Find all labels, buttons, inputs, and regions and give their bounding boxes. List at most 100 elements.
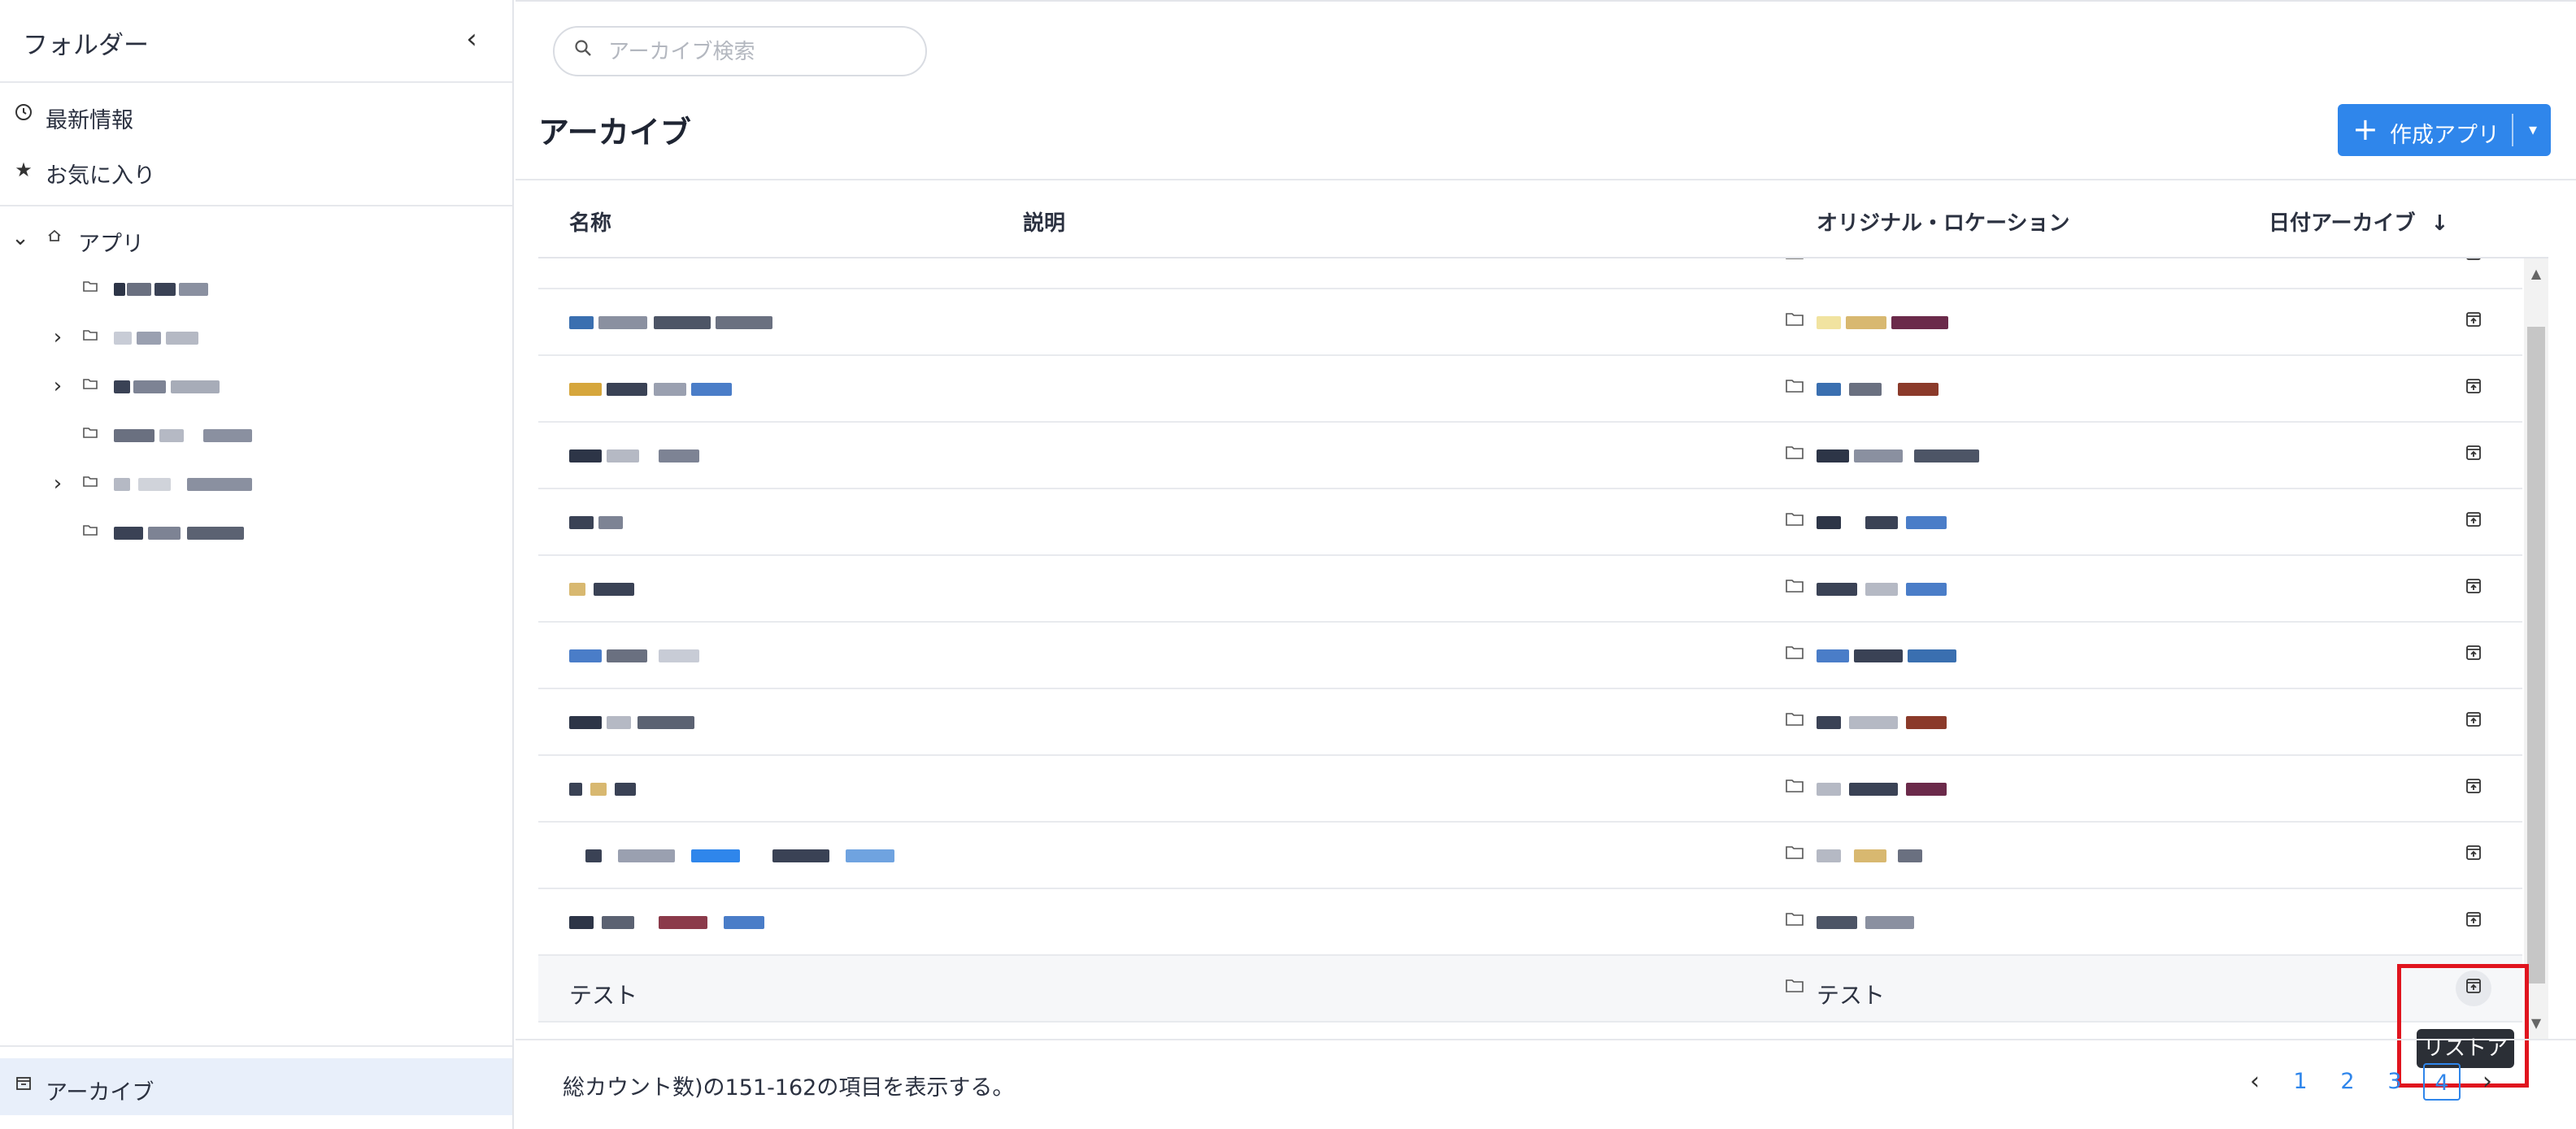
tree-item[interactable]	[0, 510, 512, 556]
table-row[interactable]	[538, 489, 2522, 556]
folder-icon	[1782, 842, 1807, 866]
redacted-text	[114, 523, 252, 543]
restore-icon[interactable]	[2456, 437, 2491, 473]
create-app-button[interactable]: + 作成アプリ ▾	[2338, 104, 2551, 156]
sidebar-item-recent[interactable]: 最新情報	[0, 91, 512, 140]
table-row[interactable]	[538, 889, 2522, 956]
restore-icon[interactable]	[2456, 704, 2491, 740]
folder-icon	[1782, 575, 1807, 600]
row-name: テスト	[569, 982, 638, 1009]
table-scrollbar[interactable]: ▲ ▼	[2524, 258, 2548, 1039]
restore-icon[interactable]	[2456, 504, 2491, 540]
folder-icon	[80, 473, 101, 494]
table-row[interactable]	[538, 556, 2522, 623]
column-header-name[interactable]: 名称	[569, 206, 611, 237]
redacted-text	[1817, 446, 1987, 466]
folder-icon	[80, 376, 101, 397]
table-row[interactable]	[538, 756, 2522, 823]
restore-icon[interactable]	[2456, 371, 2491, 406]
search-input[interactable]	[607, 36, 919, 68]
sidebar-title: フォルダー	[23, 31, 149, 60]
redacted-text	[1817, 513, 1955, 532]
folder-icon	[1782, 309, 1807, 333]
folder-icon	[1782, 775, 1807, 800]
folder-icon	[1782, 442, 1807, 467]
plus-icon: +	[2352, 111, 2378, 147]
redacted-text	[569, 513, 634, 532]
redacted-text	[569, 380, 740, 399]
table-row[interactable]: テスト テスト	[538, 956, 2522, 1023]
row-location: テスト	[1817, 982, 1886, 1009]
table-row[interactable]	[538, 689, 2522, 756]
restore-icon[interactable]	[2456, 837, 2491, 873]
redacted-text	[1817, 846, 1939, 866]
chevron-right-icon[interactable]: ›	[2469, 1063, 2506, 1101]
redacted-text	[1817, 380, 1947, 399]
item-count-text: 総カウント数)の151-162の項目を表示する。	[563, 1075, 1015, 1101]
tree-item[interactable]	[0, 413, 512, 458]
chevron-right-icon[interactable]: ›	[46, 372, 70, 400]
redacted-text	[114, 475, 260, 494]
tree-item[interactable]	[0, 267, 512, 312]
folder-icon	[1782, 709, 1807, 733]
column-header-location[interactable]: オリジナル・ロケーション	[1817, 206, 2069, 237]
caret-down-icon[interactable]: ▾	[2518, 115, 2548, 143]
tree-item-label: アプリ	[78, 232, 144, 257]
redacted-text	[114, 280, 211, 299]
table-row[interactable]	[538, 258, 2522, 289]
page-button-4[interactable]: 4	[2423, 1063, 2461, 1101]
chevron-left-icon[interactable]: ‹	[2236, 1063, 2274, 1101]
sidebar-item-label: お気に入り	[46, 163, 155, 189]
folder-sidebar: フォルダー ‹ 最新情報 ★ お気に入り ⌄ アプリ › › › アーカイブ	[0, 0, 514, 1129]
redacted-text	[1817, 646, 1963, 666]
tree-item-apps[interactable]: ⌄ アプリ	[0, 216, 512, 262]
home-icon	[44, 228, 65, 249]
chevron-down-icon[interactable]: ⌄	[8, 224, 33, 252]
redacted-text	[569, 313, 781, 332]
sidebar-item-label: 最新情報	[46, 108, 133, 133]
table-row[interactable]	[538, 356, 2522, 423]
column-header-date[interactable]: 日付アーカイブ ↓	[2269, 206, 2448, 237]
page-button-3[interactable]: 3	[2376, 1063, 2413, 1101]
table-row[interactable]	[538, 623, 2522, 689]
arrow-down-icon: ↓	[2430, 211, 2449, 236]
chevron-left-icon[interactable]: ‹	[455, 21, 488, 57]
restore-icon[interactable]	[2456, 637, 2491, 673]
page-button-1[interactable]: 1	[2282, 1063, 2319, 1101]
archive-table-body: テスト テスト	[538, 258, 2548, 1039]
redacted-text	[114, 328, 203, 348]
tree-item[interactable]: ›	[0, 462, 512, 507]
column-header-description[interactable]: 説明	[1023, 206, 1065, 237]
chevron-right-icon[interactable]: ›	[46, 324, 70, 351]
restore-icon[interactable]	[2456, 304, 2491, 340]
tree-item[interactable]: ›	[0, 364, 512, 410]
redacted-text	[569, 779, 642, 799]
sidebar-item-favorites[interactable]: ★ お気に入り	[0, 146, 512, 195]
table-row[interactable]	[538, 289, 2522, 356]
folder-icon	[1782, 258, 1807, 267]
folder-icon	[80, 327, 101, 348]
star-icon: ★	[15, 158, 33, 181]
redacted-text	[569, 446, 724, 466]
restore-icon[interactable]	[2456, 258, 2491, 273]
sidebar-item-archive[interactable]: アーカイブ	[0, 1058, 512, 1115]
table-header: 名称 説明 オリジナル・ロケーション 日付アーカイブ ↓	[538, 180, 2548, 258]
search-icon	[571, 38, 595, 63]
restore-icon[interactable]	[2456, 904, 2491, 940]
table-row[interactable]	[538, 423, 2522, 489]
page-title: アーカイブ	[538, 115, 691, 150]
restore-icon[interactable]	[2456, 771, 2491, 806]
redacted-text	[1817, 779, 1955, 799]
page-button-2[interactable]: 2	[2329, 1063, 2366, 1101]
chevron-right-icon[interactable]: ›	[46, 470, 70, 497]
search-box[interactable]	[553, 26, 927, 76]
scroll-up-arrow-icon[interactable]: ▲	[2524, 262, 2548, 286]
scrollbar-thumb[interactable]	[2527, 327, 2545, 984]
clock-icon	[11, 102, 36, 127]
redacted-text	[1817, 580, 1955, 599]
sidebar-item-label: アーカイブ	[46, 1080, 154, 1105]
table-row[interactable]	[538, 823, 2522, 889]
archive-icon	[11, 1075, 36, 1099]
tree-item[interactable]: ›	[0, 315, 512, 361]
restore-icon[interactable]	[2456, 571, 2491, 606]
